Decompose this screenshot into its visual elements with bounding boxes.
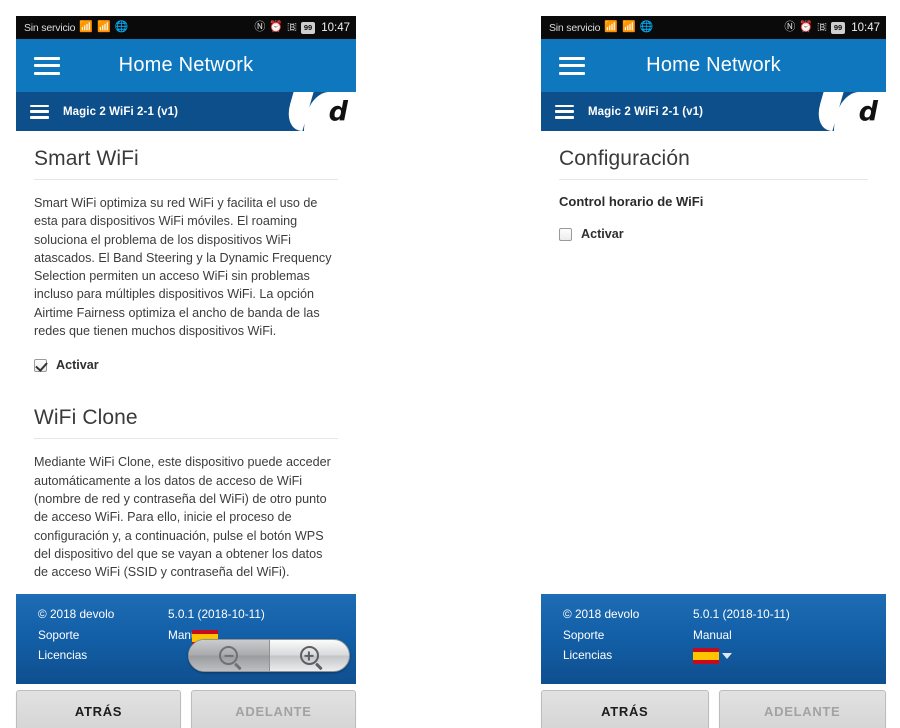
signal-bars-icon: 📶 (604, 21, 618, 33)
page-title: Home Network (118, 54, 254, 76)
devolo-logo-tab: d (304, 92, 356, 131)
footer: © 2018 devolo Soporte Licencias 5.0.1 (2… (16, 594, 356, 684)
smart-wifi-activate-row[interactable]: Activar (34, 358, 338, 372)
back-button[interactable]: ATRÁS (541, 690, 709, 728)
battery-indicator: 99 (300, 21, 316, 34)
wifi-schedule-label: Control horario de WiFi (559, 194, 704, 209)
device-name-label: Magic 2 WiFi 2-1 (v1) (588, 105, 704, 118)
clock-label: 10:47 (851, 21, 880, 34)
device-name-label: Magic 2 WiFi 2-1 (v1) (63, 105, 179, 118)
globe-data-icon: 🌐 (114, 21, 129, 33)
footer-col-right: 5.0.1 (2018-10-11) Manual (693, 604, 843, 666)
bottom-navigation: ATRÁS ADELANTE (541, 684, 886, 728)
footer: © 2018 devolo Soporte Licencias 5.0.1 (2… (541, 594, 886, 684)
heading-divider (34, 179, 338, 180)
status-bar-left: Sin servicio 📶 📶 🌐 (24, 22, 128, 34)
wifi-schedule-activate-label: Activar (581, 227, 624, 241)
copyright-label: © 2018 devolo (38, 607, 115, 621)
zoom-in-button[interactable] (270, 640, 350, 671)
smart-wifi-activate-label: Activar (56, 358, 99, 373)
support-link[interactable]: Soporte (563, 625, 693, 646)
app-header: Home Network (16, 39, 356, 92)
zoom-control[interactable] (188, 639, 350, 672)
section-body-wifi-clone: Mediante WiFi Clone, este dispositivo pu… (34, 455, 331, 580)
status-bar-right: Ⓝ ⏰ 🇧 99 10:47 (784, 21, 880, 34)
nfc-icon: Ⓝ (784, 21, 796, 33)
bluetooth-icon: 🇧 (287, 21, 297, 33)
battery-indicator: 99 (830, 21, 846, 34)
version-label: 5.0.1 (2018-10-11) (168, 607, 265, 621)
device-menu-icon[interactable] (30, 104, 49, 119)
device-bar: Magic 2 WiFi 2-1 (v1) d (16, 92, 356, 131)
back-button[interactable]: ATRÁS (16, 690, 181, 728)
support-link[interactable]: Soporte (38, 625, 168, 646)
zoom-out-magnifier-icon (219, 646, 239, 665)
footer-col-left: © 2018 devolo Soporte Licencias (38, 604, 168, 666)
carrier-label: Sin servicio (549, 21, 601, 34)
devolo-d-logo: d (858, 96, 878, 127)
heading-divider (559, 179, 868, 180)
section-heading-configuration: Configuración (559, 147, 690, 170)
forward-button[interactable]: ADELANTE (718, 690, 886, 728)
nfc-icon: Ⓝ (254, 21, 266, 33)
hamburger-menu-icon[interactable] (34, 56, 60, 75)
zoom-out-button[interactable] (189, 640, 270, 671)
wifi-schedule-activate-checkbox[interactable] (559, 227, 572, 241)
forward-button[interactable]: ADELANTE (191, 690, 356, 728)
section-body-smart-wifi: Smart WiFi optimiza su red WiFi y facili… (34, 196, 332, 339)
left-phone-panel: Sin servicio 📶 📶 🌐 Ⓝ ⏰ 🇧 99 10:47 Home N… (16, 16, 356, 728)
smart-wifi-activate-checkbox[interactable] (34, 358, 47, 372)
zoom-in-magnifier-icon (299, 646, 319, 665)
devolo-d-logo: d (328, 96, 348, 127)
left-content: Smart WiFi Smart WiFi optimiza su red Wi… (16, 131, 356, 594)
right-content: Configuración Control horario de WiFi Ac… (541, 131, 886, 594)
heading-divider (34, 438, 338, 440)
chevron-down-icon (722, 653, 732, 659)
status-bar: Sin servicio 📶 📶 🌐 Ⓝ ⏰ 🇧 99 10:47 (16, 16, 356, 39)
licenses-link[interactable]: Licencias (38, 645, 168, 666)
signal-bars-icon: 📶 (79, 21, 93, 33)
copyright-label: © 2018 devolo (563, 607, 640, 621)
devolo-logo-tab: d (834, 92, 886, 131)
screenshot-stage: Sin servicio 📶 📶 🌐 Ⓝ ⏰ 🇧 99 10:47 Home N… (0, 0, 900, 728)
globe-data-icon: 🌐 (639, 21, 654, 33)
section-heading-wifi-clone: WiFi Clone (34, 406, 138, 430)
manual-link[interactable]: Manual (693, 625, 843, 646)
version-label: 5.0.1 (2018-10-11) (693, 607, 790, 621)
footer-col-left: © 2018 devolo Soporte Licencias (563, 604, 693, 666)
page-title: Home Network (646, 54, 781, 76)
right-phone-panel: Sin servicio 📶 📶 🌐 Ⓝ ⏰ 🇧 99 10:47 Home N… (541, 16, 886, 728)
status-bar-right: Ⓝ ⏰ 🇧 99 10:47 (254, 21, 350, 34)
status-bar: Sin servicio 📶 📶 🌐 Ⓝ ⏰ 🇧 99 10:47 (541, 16, 886, 39)
carrier-label: Sin servicio (24, 21, 76, 34)
app-header: Home Network (541, 39, 886, 92)
spain-flag-icon (693, 648, 719, 664)
wifi-icon: 📶 (622, 21, 636, 33)
licenses-link[interactable]: Licencias (563, 645, 693, 666)
section-heading-smart-wifi: Smart WiFi (34, 147, 139, 170)
status-bar-left: Sin servicio 📶 📶 🌐 (549, 22, 653, 34)
alarm-clock-icon: ⏰ (269, 21, 284, 33)
bottom-navigation: ATRÁS ADELANTE (16, 684, 356, 728)
device-menu-icon[interactable] (555, 104, 574, 119)
wifi-icon: 📶 (97, 21, 111, 33)
hamburger-menu-icon[interactable] (559, 56, 585, 75)
wifi-schedule-activate-row[interactable]: Activar (559, 227, 868, 241)
device-bar: Magic 2 WiFi 2-1 (v1) d (541, 92, 886, 131)
bluetooth-icon: 🇧 (817, 21, 827, 33)
language-selector[interactable] (693, 648, 843, 664)
alarm-clock-icon: ⏰ (799, 21, 814, 33)
clock-label: 10:47 (321, 21, 350, 34)
